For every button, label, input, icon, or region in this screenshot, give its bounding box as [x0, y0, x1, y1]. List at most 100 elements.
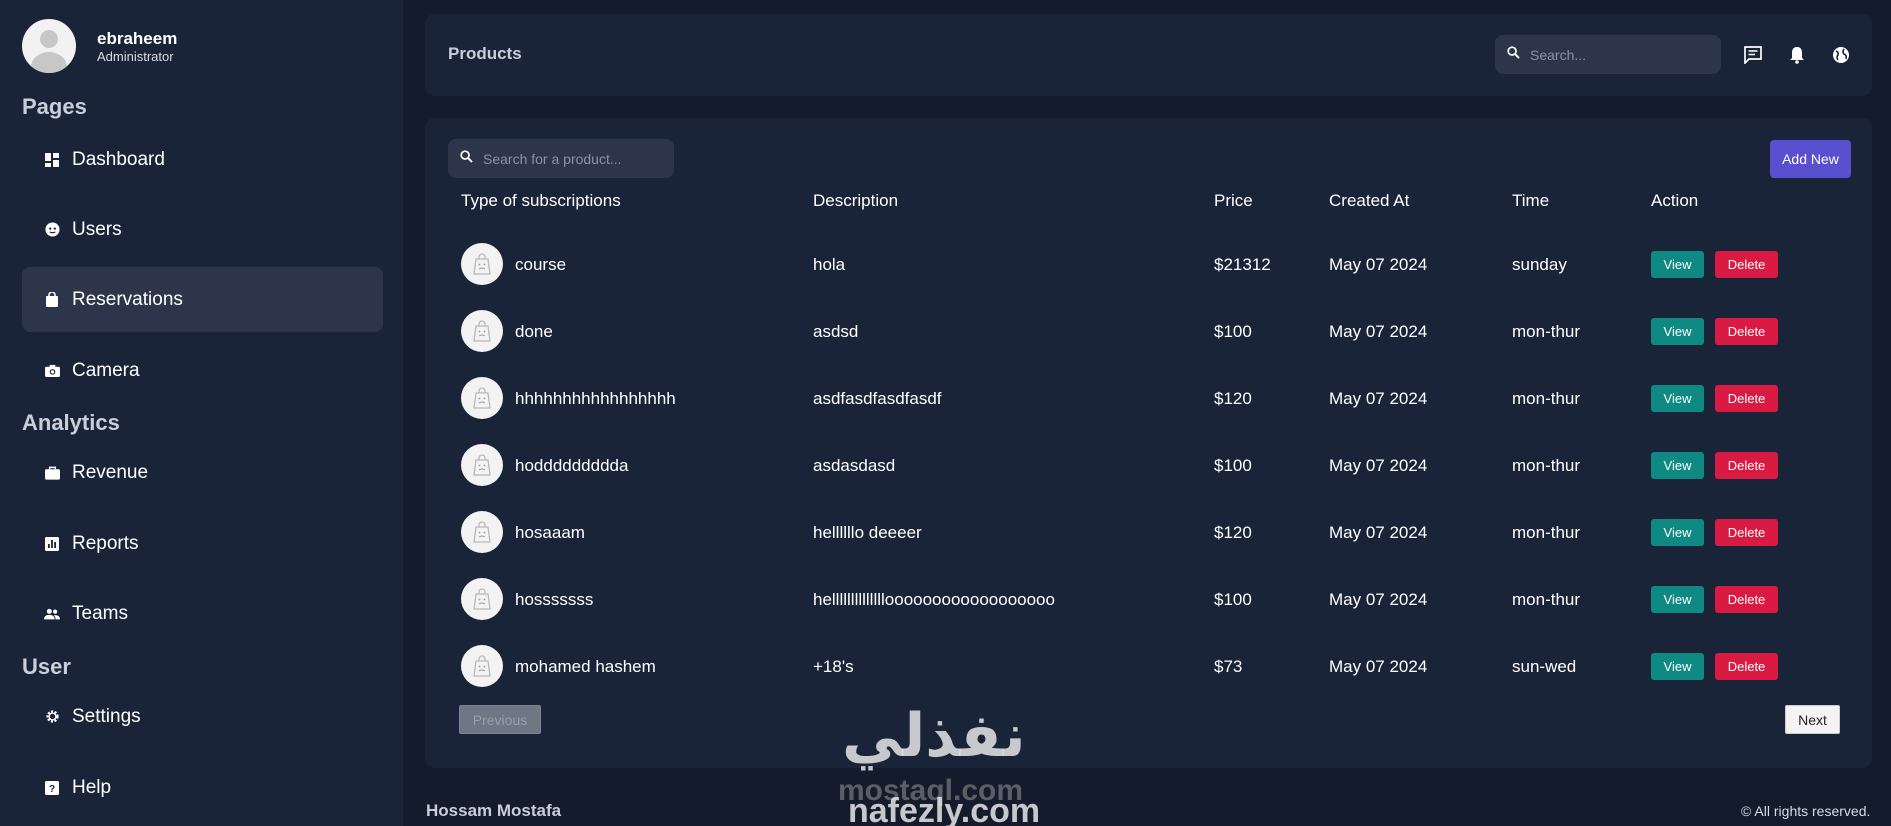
- profile-name: ebraheem: [97, 28, 178, 48]
- cell-time: mon-thur: [1512, 322, 1581, 341]
- table-row: hoddddddddda asdasdasd $100 May 07 2024 …: [425, 432, 1872, 499]
- footer-author: Hossam Mostafa: [426, 801, 562, 820]
- cell-created: May 07 2024: [1329, 590, 1428, 609]
- chart-icon: [44, 536, 60, 552]
- table-row: done asdsd $100 May 07 2024 mon-thur Vie…: [425, 298, 1872, 365]
- cell-description: hellllllo deeeer: [813, 523, 922, 542]
- column-header-created: Created At: [1329, 191, 1410, 210]
- table-row: hosssssss helllllllllllllloooooooooooooo…: [425, 566, 1872, 633]
- dashboard-icon: [44, 152, 60, 168]
- search-icon: [460, 149, 473, 168]
- user-profile: ebraheem Administrator: [22, 19, 177, 73]
- cell-type: hoddddddddda: [515, 456, 629, 475]
- product-search-input[interactable]: [483, 150, 653, 167]
- view-button[interactable]: View: [1651, 653, 1704, 680]
- next-button[interactable]: Next: [1785, 705, 1840, 734]
- globe-icon[interactable]: [1831, 45, 1851, 65]
- cell-type: mohamed hashem: [515, 657, 656, 676]
- watermark-nafezly: nafezly.com: [848, 792, 1041, 826]
- sidebar-item-revenue[interactable]: Revenue: [22, 440, 383, 505]
- cell-type: hhhhhhhhhhhhhhhhh: [515, 389, 676, 408]
- delete-button[interactable]: Delete: [1715, 586, 1778, 613]
- previous-button[interactable]: Previous: [459, 705, 541, 734]
- cell-type: hosssssss: [515, 590, 594, 609]
- delete-button[interactable]: Delete: [1715, 385, 1778, 412]
- cell-created: May 07 2024: [1329, 322, 1428, 341]
- product-thumbnail: [461, 444, 503, 486]
- delete-button[interactable]: Delete: [1715, 318, 1778, 345]
- footer-rights: © All rights reserved.: [1741, 803, 1871, 819]
- cell-price: $73: [1214, 657, 1243, 676]
- cell-time: mon-thur: [1512, 389, 1581, 408]
- sidebar-item-dashboard[interactable]: Dashboard: [22, 127, 383, 192]
- sidebar-item-label: Settings: [72, 705, 141, 727]
- cell-type: hosaaam: [515, 523, 585, 542]
- search-icon: [1507, 45, 1520, 64]
- cell-created: May 07 2024: [1329, 456, 1428, 475]
- delete-button[interactable]: Delete: [1715, 653, 1778, 680]
- cell-time: mon-thur: [1512, 523, 1581, 542]
- view-button[interactable]: View: [1651, 385, 1704, 412]
- cell-price: $120: [1214, 389, 1252, 408]
- sidebar-item-label: Dashboard: [72, 148, 165, 170]
- sidebar-item-users[interactable]: Users: [22, 197, 383, 262]
- top-header: Products: [425, 14, 1872, 96]
- profile-role: Administrator: [97, 48, 174, 64]
- cell-time: mon-thur: [1512, 456, 1581, 475]
- cell-created: May 07 2024: [1329, 657, 1428, 676]
- cell-price: $120: [1214, 523, 1252, 542]
- chat-icon[interactable]: [1743, 45, 1763, 65]
- cell-description: helllllllllllllloooooooooooooooooo: [813, 590, 1055, 609]
- cell-type: course: [515, 255, 567, 274]
- sidebar-item-teams[interactable]: Teams: [22, 581, 383, 646]
- header-search-box[interactable]: [1495, 35, 1721, 74]
- sidebar-item-label: Camera: [72, 359, 140, 381]
- sidebar-item-label: Help: [72, 776, 112, 798]
- page-title: Products: [448, 44, 522, 63]
- camera-icon: [44, 363, 60, 379]
- product-search-box[interactable]: [448, 139, 674, 178]
- column-header-description: Description: [813, 191, 899, 210]
- sidebar-item-label: Revenue: [72, 461, 149, 483]
- delete-button[interactable]: Delete: [1715, 251, 1778, 278]
- column-header-action: Action: [1651, 191, 1699, 210]
- sidebar-item-settings[interactable]: Settings: [22, 684, 383, 749]
- view-button[interactable]: View: [1651, 251, 1704, 278]
- delete-button[interactable]: Delete: [1715, 519, 1778, 546]
- svg-text:?: ?: [49, 784, 55, 795]
- cell-time: sunday: [1512, 255, 1567, 274]
- column-header-price: Price: [1214, 191, 1253, 210]
- view-button[interactable]: View: [1651, 586, 1704, 613]
- help-icon: ?: [44, 780, 60, 796]
- cell-created: May 07 2024: [1329, 255, 1428, 274]
- sidebar-item-reservations[interactable]: Reservations: [22, 267, 383, 332]
- product-thumbnail: [461, 243, 503, 285]
- delete-button[interactable]: Delete: [1715, 452, 1778, 479]
- sidebar-item-reports[interactable]: Reports: [22, 511, 383, 576]
- sidebar-item-label: Reservations: [72, 288, 183, 310]
- view-button[interactable]: View: [1651, 318, 1704, 345]
- cell-time: sun-wed: [1512, 657, 1577, 676]
- table-row: mohamed hashem +18's $73 May 07 2024 sun…: [425, 633, 1872, 700]
- cell-created: May 07 2024: [1329, 523, 1428, 542]
- view-button[interactable]: View: [1651, 519, 1704, 546]
- people-icon: [44, 606, 60, 622]
- add-new-button[interactable]: Add New: [1770, 140, 1851, 178]
- sidebar-item-camera[interactable]: Camera: [22, 338, 383, 403]
- briefcase-icon: [44, 465, 60, 481]
- view-button[interactable]: View: [1651, 452, 1704, 479]
- bell-icon[interactable]: [1787, 45, 1807, 65]
- cell-description: hola: [813, 255, 846, 274]
- cell-time: mon-thur: [1512, 590, 1581, 609]
- table-row: hosaaam hellllllo deeeer $120 May 07 202…: [425, 499, 1872, 566]
- product-thumbnail: [461, 645, 503, 687]
- sidebar-item-label: Teams: [72, 602, 128, 624]
- cell-price: $100: [1214, 322, 1252, 341]
- avatar[interactable]: [22, 19, 76, 73]
- header-search-input[interactable]: [1530, 46, 1700, 63]
- sidebar-item-label: Users: [72, 218, 122, 240]
- column-header-type: Type of subscriptions: [461, 191, 621, 210]
- sidebar-item-label: Reports: [72, 532, 139, 554]
- cell-description: +18's: [813, 657, 854, 676]
- sidebar-item-help[interactable]: ? Help: [22, 755, 383, 820]
